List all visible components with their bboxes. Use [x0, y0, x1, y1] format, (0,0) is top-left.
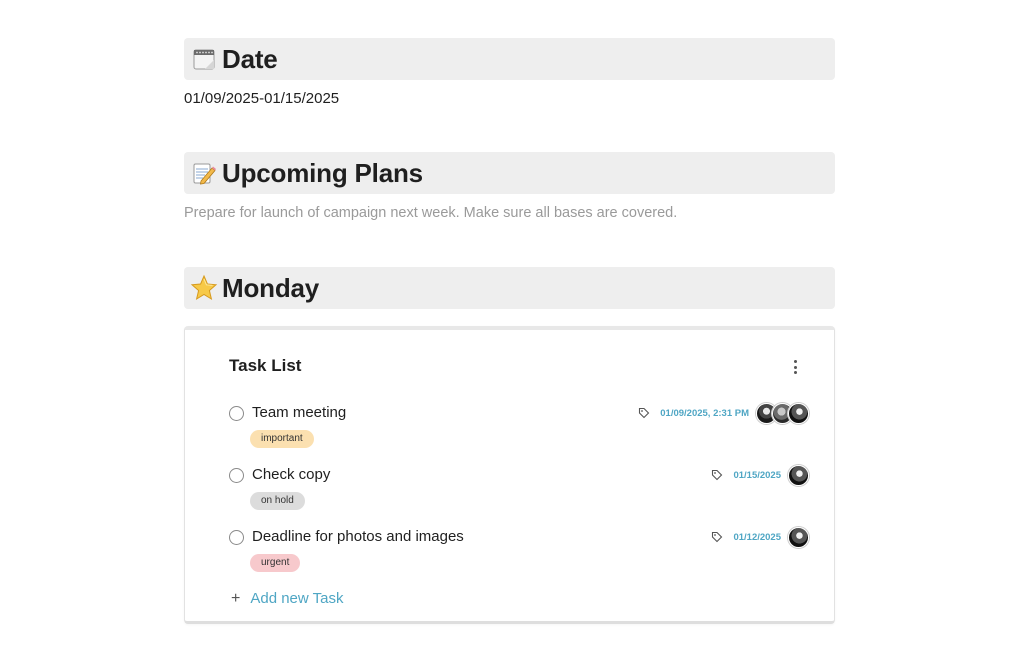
date-heading-text: Date [222, 43, 278, 74]
task-meta: 01/15/2025 [710, 464, 809, 486]
monday-heading: Monday [184, 267, 835, 309]
assignee-avatars[interactable] [756, 402, 809, 424]
memo-pencil-icon [188, 157, 220, 189]
tag-icon[interactable] [710, 468, 724, 482]
add-new-task-label: Add new Task [250, 590, 344, 607]
task-row: Team meeting important 01/09/2025, 2:31 … [229, 402, 809, 458]
add-new-task-button[interactable]: + Add new Task [231, 590, 343, 607]
task-row: Deadline for photos and images urgent 01… [229, 526, 809, 582]
task-tag[interactable]: on hold [250, 492, 305, 510]
upcoming-plans-heading: Upcoming Plans [184, 152, 835, 194]
avatar[interactable] [788, 402, 809, 424]
upcoming-plans-text: Prepare for launch of campaign next week… [184, 205, 678, 221]
task-due-date[interactable]: 01/09/2025, 2:31 PM [660, 408, 749, 419]
notes-page: Date 01/09/2025-01/15/2025 Upcoming Plan… [0, 0, 1024, 663]
task-checkbox[interactable] [229, 406, 244, 421]
task-due-date[interactable]: 01/12/2025 [733, 532, 781, 543]
task-meta: 01/09/2025, 2:31 PM [637, 402, 809, 424]
task-list-title: Task List [229, 356, 302, 375]
avatar[interactable] [788, 526, 809, 548]
assignee-avatars[interactable] [788, 464, 809, 486]
more-vertical-icon[interactable] [785, 358, 805, 376]
star-icon [188, 272, 220, 304]
plus-icon: + [231, 589, 241, 607]
avatar[interactable] [788, 464, 809, 486]
monday-heading-text: Monday [222, 272, 320, 303]
task-tag[interactable]: important [250, 430, 314, 448]
task-list-card: Task List Team meeting important 01/09/2… [184, 326, 835, 624]
date-heading: Date [184, 38, 835, 80]
task-name[interactable]: Check copy [252, 466, 330, 483]
task-meta: 01/12/2025 [710, 526, 809, 548]
assignee-avatars[interactable] [788, 526, 809, 548]
task-name[interactable]: Team meeting [252, 404, 346, 421]
upcoming-plans-heading-text: Upcoming Plans [222, 157, 423, 188]
task-row: Check copy on hold 01/15/2025 [229, 464, 809, 520]
calendar-icon [188, 43, 220, 75]
tag-icon[interactable] [710, 530, 724, 544]
task-tag[interactable]: urgent [250, 554, 301, 572]
task-checkbox[interactable] [229, 468, 244, 483]
task-name[interactable]: Deadline for photos and images [252, 528, 464, 545]
task-checkbox[interactable] [229, 530, 244, 545]
task-due-date[interactable]: 01/15/2025 [733, 470, 781, 481]
date-range-text: 01/09/2025-01/15/2025 [184, 90, 340, 107]
tag-icon[interactable] [637, 406, 651, 420]
